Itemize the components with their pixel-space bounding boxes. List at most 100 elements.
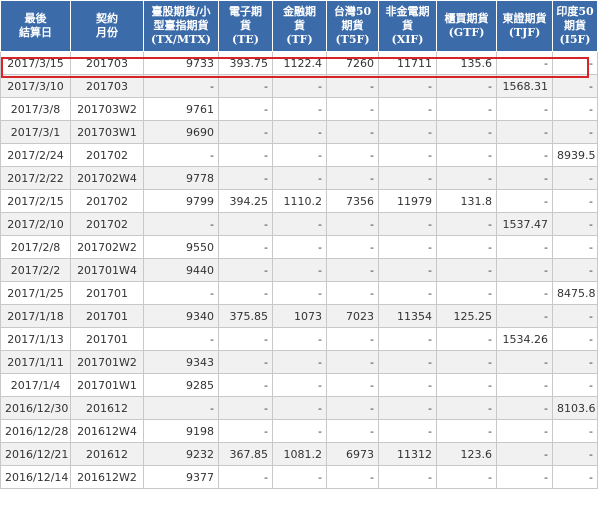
table-cell: -: [272, 74, 327, 98]
table-cell: -: [378, 373, 437, 397]
table-row: 2017/1/13 201701- - - - - -1534.26-: [0, 327, 598, 351]
table-cell: 9377: [143, 465, 219, 489]
table-cell: 9340: [143, 304, 219, 328]
table-cell: 201701W2: [70, 350, 144, 374]
table-cell: 2017/3/15: [0, 51, 71, 75]
settlement-price-table: 最後 結算日 契約 月份 臺股期貨/小 型臺指期貨 (TX/MTX) 電子期貨 (TE) 金融期貨…: [0, 0, 598, 489]
table-cell: 2017/1/18: [0, 304, 71, 328]
table-cell: -: [552, 212, 598, 236]
table-cell: 8939.5: [552, 143, 598, 167]
table-cell: 201701: [70, 281, 144, 305]
table-cell: -: [436, 396, 497, 420]
table-row: 2017/3/1 201703W1 9690- - - - - - -: [0, 120, 598, 144]
table-cell: 201701W4: [70, 258, 144, 282]
table-cell: 9733: [143, 51, 219, 75]
column-header: 電子期貨 (TE): [218, 0, 273, 52]
table-cell: 7260: [326, 51, 379, 75]
table-row: 2017/1/25 201701- - - - - - -8475.8: [0, 281, 598, 305]
column-header-line: (TF): [286, 33, 313, 46]
table-cell: -: [143, 327, 219, 351]
table-cell: -: [552, 465, 598, 489]
table-cell: -: [496, 396, 553, 420]
table-cell: 2017/3/1: [0, 120, 71, 144]
table-cell: -: [436, 143, 497, 167]
table-cell: -: [218, 97, 273, 121]
table-cell: -: [143, 143, 219, 167]
table-cell: -: [436, 166, 497, 190]
table-cell: -: [496, 51, 553, 75]
table-cell: -: [436, 212, 497, 236]
table-cell: 201703: [70, 74, 144, 98]
column-header: 契約 月份: [70, 0, 144, 52]
table-cell: -: [496, 143, 553, 167]
table-cell: 201612W2: [70, 465, 144, 489]
table-cell: 1073: [272, 304, 327, 328]
column-header: 非金電期貨 (XIF): [378, 0, 437, 52]
table-cell: 201702W4: [70, 166, 144, 190]
table-cell: 201701: [70, 304, 144, 328]
table-cell: -: [218, 373, 273, 397]
table-cell: -: [218, 120, 273, 144]
table-cell: -: [552, 74, 598, 98]
column-header-line: 型臺指期貨: [153, 19, 209, 32]
table-cell: -: [436, 350, 497, 374]
table-row: 2016/12/21 201612 9232 367.85 1081.2 6973 1131…: [0, 442, 598, 466]
table-cell: -: [436, 373, 497, 397]
table-cell: -: [378, 97, 437, 121]
table-cell: -: [496, 465, 553, 489]
table-cell: -: [272, 350, 327, 374]
table-cell: 11711: [378, 51, 437, 75]
table-row: 2017/2/8 201702W2 9550- - - - - - -: [0, 235, 598, 259]
table-cell: 201701W1: [70, 373, 144, 397]
table-cell: 1081.2: [272, 442, 327, 466]
column-header-line: 月份: [96, 26, 118, 39]
table-cell: 2017/2/8: [0, 235, 71, 259]
table-cell: 11312: [378, 442, 437, 466]
table-cell: 8475.8: [552, 281, 598, 305]
table-cell: 1122.4: [272, 51, 327, 75]
table-cell: -: [326, 396, 379, 420]
table-cell: 9761: [143, 97, 219, 121]
table-row: 2016/12/28 201612W4 9198- - - - - - -: [0, 419, 598, 443]
table-cell: 2017/2/15: [0, 189, 71, 213]
table-cell: 1568.31: [496, 74, 553, 98]
table-cell: -: [326, 166, 379, 190]
table-cell: -: [272, 419, 327, 443]
table-cell: -: [272, 143, 327, 167]
table-cell: -: [272, 166, 327, 190]
column-header-line: 契約: [96, 12, 118, 25]
table-cell: -: [378, 166, 437, 190]
table-cell: 2017/3/10: [0, 74, 71, 98]
table-cell: 125.25: [436, 304, 497, 328]
table-cell: 367.85: [218, 442, 273, 466]
table-row: 2017/1/4 201701W1 9285- - - - - - -: [0, 373, 598, 397]
column-header-line: 臺股期貨/小: [151, 5, 211, 18]
column-header-line: 期貨: [341, 19, 364, 32]
table-cell: -: [496, 97, 553, 121]
table-cell: 2017/3/8: [0, 97, 71, 121]
column-header-line: (TE): [232, 33, 259, 46]
column-header-line: 最後: [24, 12, 47, 25]
table-row: 2017/2/15 201702 9799 394.25 1110.2 7356 11979…: [0, 189, 598, 213]
table-cell: -: [378, 212, 437, 236]
table-cell: -: [496, 281, 553, 305]
table-cell: -: [143, 74, 219, 98]
table-cell: 7356: [326, 189, 379, 213]
table-cell: -: [272, 120, 327, 144]
column-header: 台灣50 期貨 (T5F): [326, 0, 379, 52]
table-cell: -: [272, 258, 327, 282]
table-cell: 6973: [326, 442, 379, 466]
table-cell: -: [326, 281, 379, 305]
table-cell: 9198: [143, 419, 219, 443]
table-cell: 9440: [143, 258, 219, 282]
column-header-line: 印度50: [556, 5, 594, 18]
table-cell: -: [378, 74, 437, 98]
table-cell: 11354: [378, 304, 437, 328]
table-cell: -: [552, 235, 598, 259]
column-header-line: 櫃買期貨: [444, 12, 489, 25]
table-cell: -: [496, 120, 553, 144]
table-cell: -: [436, 327, 497, 351]
table-row: 2017/1/11 201701W2 9343- - - - - - -: [0, 350, 598, 374]
table-cell: -: [272, 327, 327, 351]
table-cell: 1537.47: [496, 212, 553, 236]
